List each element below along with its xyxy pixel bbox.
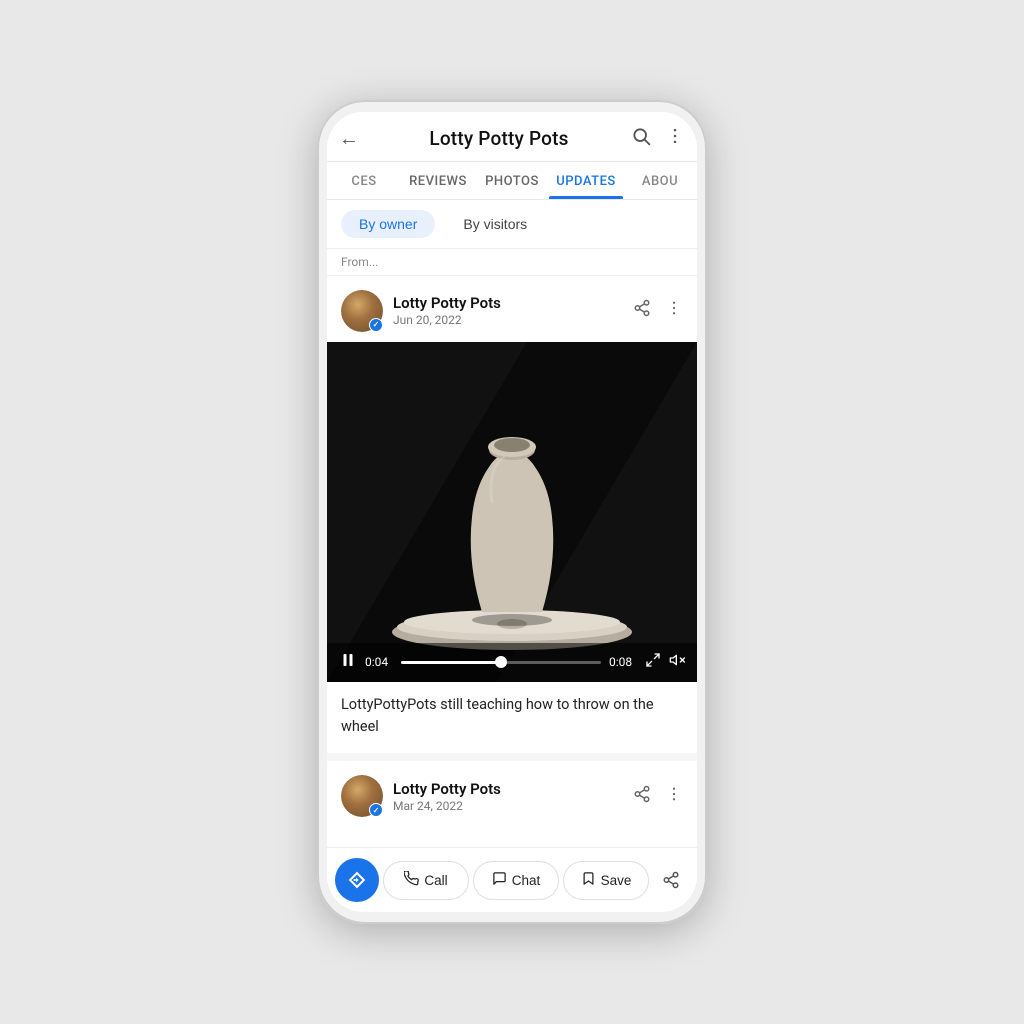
tab-ces[interactable]: CES [327, 162, 401, 199]
tab-photos[interactable]: PHOTOS [475, 162, 549, 199]
post-date-1: Jun 20, 2022 [393, 313, 633, 327]
post-date-2: Mar 24, 2022 [393, 799, 633, 813]
mute-button-1[interactable] [669, 652, 685, 672]
video-thumbnail-1 [327, 342, 697, 682]
bottom-action-bar: Call Chat Save [327, 847, 697, 912]
top-bar: ← Lotty Potty Pots [327, 112, 697, 162]
phone-frame: ← Lotty Potty Pots CES [317, 100, 707, 925]
fullscreen-button-1[interactable] [645, 652, 661, 672]
avatar-wrap-2 [341, 775, 383, 817]
back-button[interactable]: ← [339, 126, 359, 151]
post-meta-1: Lotty Potty Pots Jun 20, 2022 [393, 294, 633, 327]
post-card-2: Lotty Potty Pots Mar 24, 2022 [327, 761, 697, 847]
total-time-1: 0:08 [609, 655, 637, 669]
more-icon-post-1[interactable] [665, 299, 683, 322]
top-bar-icons [631, 126, 685, 151]
call-icon [404, 871, 419, 890]
page-title: Lotty Potty Pots [367, 127, 631, 150]
more-icon[interactable] [665, 126, 685, 151]
video-player-1[interactable]: 0:04 0:08 [327, 342, 697, 682]
verified-badge-1 [369, 318, 383, 332]
tabs-bar: CES REVIEWS PHOTOS UPDATES ABOU [327, 162, 697, 200]
post-actions-2 [633, 785, 683, 808]
post-author-1: Lotty Potty Pots [393, 294, 633, 312]
post-meta-2: Lotty Potty Pots Mar 24, 2022 [393, 780, 633, 813]
tab-about[interactable]: ABOU [623, 162, 697, 199]
tab-updates[interactable]: UPDATES [549, 162, 623, 199]
call-button[interactable]: Call [383, 861, 469, 900]
pause-button-1[interactable] [339, 651, 357, 674]
progress-dot-1 [495, 656, 507, 668]
avatar-wrap-1 [341, 290, 383, 332]
current-time-1: 0:04 [365, 655, 393, 669]
more-icon-post-2[interactable] [665, 785, 683, 808]
save-button[interactable]: Save [563, 861, 649, 900]
scroll-area[interactable]: Lotty Potty Pots Jun 20, 2022 [327, 276, 697, 848]
search-icon[interactable] [631, 126, 651, 151]
tab-reviews[interactable]: REVIEWS [401, 162, 475, 199]
save-icon [581, 871, 596, 890]
post-card-1: Lotty Potty Pots Jun 20, 2022 [327, 276, 697, 754]
chat-icon [492, 871, 507, 890]
post-header-1: Lotty Potty Pots Jun 20, 2022 [327, 276, 697, 342]
video-controls-1: 0:04 0:08 [327, 643, 697, 682]
post-header-2: Lotty Potty Pots Mar 24, 2022 [327, 761, 697, 827]
hint-bar: From... [327, 249, 697, 276]
post-author-2: Lotty Potty Pots [393, 780, 633, 798]
post-actions-1 [633, 299, 683, 322]
share-icon-1[interactable] [633, 299, 651, 322]
filter-row: By owner By visitors [327, 200, 697, 249]
progress-fill-1 [401, 661, 501, 664]
chat-label: Chat [512, 873, 541, 888]
call-label: Call [424, 873, 447, 888]
verified-badge-2 [369, 803, 383, 817]
phone-screen: ← Lotty Potty Pots CES [327, 112, 697, 913]
progress-bar-1[interactable] [401, 661, 601, 664]
chat-button[interactable]: Chat [473, 861, 559, 900]
share-icon-2[interactable] [633, 785, 651, 808]
directions-fab[interactable] [335, 858, 379, 902]
share-small-button[interactable] [653, 862, 689, 898]
post-caption-1: LottyPottyPots still teaching how to thr… [327, 682, 697, 754]
save-label: Save [601, 873, 632, 888]
filter-by-owner[interactable]: By owner [341, 210, 435, 238]
filter-by-visitors[interactable]: By visitors [445, 210, 545, 238]
